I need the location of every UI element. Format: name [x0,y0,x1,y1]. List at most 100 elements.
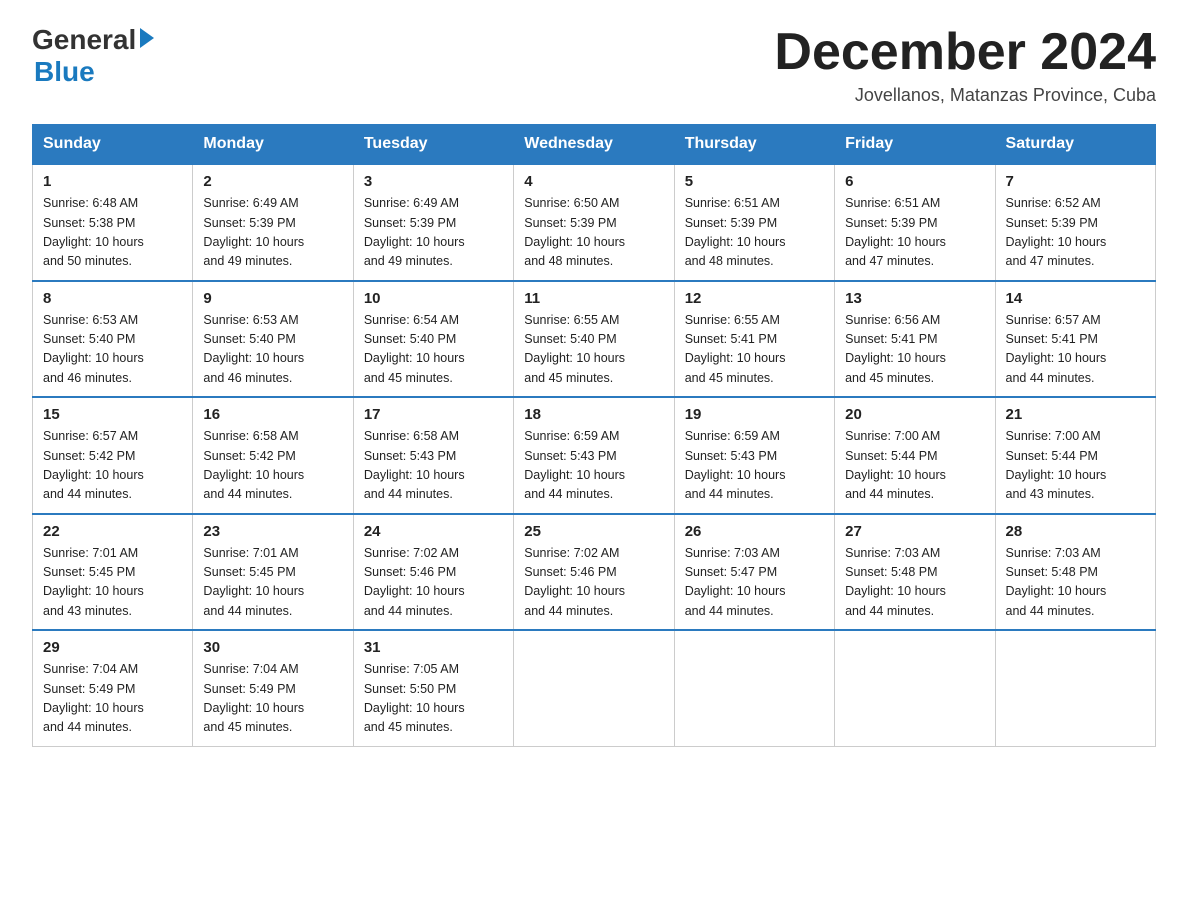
daylight-minutes: and 46 minutes. [43,371,132,385]
sunrise-text: Sunrise: 7:03 AM [845,546,940,560]
day-number: 4 [524,173,663,190]
daylight-minutes: and 48 minutes. [524,254,613,268]
sunrise-text: Sunrise: 6:51 AM [845,196,940,210]
daylight-minutes: and 45 minutes. [845,371,934,385]
sunset-text: Sunset: 5:43 PM [364,449,456,463]
calendar-body: 1Sunrise: 6:48 AMSunset: 5:38 PMDaylight… [33,164,1156,746]
day-info: Sunrise: 6:53 AMSunset: 5:40 PMDaylight:… [203,311,342,389]
daylight-text: Daylight: 10 hours [364,235,465,249]
sunset-text: Sunset: 5:43 PM [524,449,616,463]
sunrise-text: Sunrise: 7:02 AM [364,546,459,560]
day-number: 11 [524,290,663,307]
calendar-cell: 3 Sunrise: 6:49 AMSunset: 5:39 PMDaylight… [353,164,513,281]
sunset-text: Sunset: 5:39 PM [685,216,777,230]
daylight-minutes: and 44 minutes. [43,487,132,501]
calendar-cell [995,630,1155,746]
daylight-text: Daylight: 10 hours [685,584,786,598]
sunrise-text: Sunrise: 7:01 AM [203,546,298,560]
daylight-text: Daylight: 10 hours [845,584,946,598]
calendar-cell: 1Sunrise: 6:48 AMSunset: 5:38 PMDaylight… [33,164,193,281]
daylight-minutes: and 48 minutes. [685,254,774,268]
daylight-minutes: and 49 minutes. [364,254,453,268]
calendar-cell: 23Sunrise: 7:01 AMSunset: 5:45 PMDayligh… [193,514,353,631]
calendar-cell: 12Sunrise: 6:55 AMSunset: 5:41 PMDayligh… [674,281,834,398]
day-info: Sunrise: 6:54 AMSunset: 5:40 PMDaylight:… [364,311,503,389]
daylight-text: Daylight: 10 hours [1006,468,1107,482]
calendar-cell: 14Sunrise: 6:57 AMSunset: 5:41 PMDayligh… [995,281,1155,398]
header-cell-thursday: Thursday [674,125,834,165]
daylight-minutes: and 45 minutes. [524,371,613,385]
header-cell-wednesday: Wednesday [514,125,674,165]
calendar-cell: 26Sunrise: 7:03 AMSunset: 5:47 PMDayligh… [674,514,834,631]
calendar-cell: 27Sunrise: 7:03 AMSunset: 5:48 PMDayligh… [835,514,995,631]
daylight-text: Daylight: 10 hours [43,468,144,482]
daylight-text: Daylight: 10 hours [364,584,465,598]
day-info: Sunrise: 7:02 AMSunset: 5:46 PMDaylight:… [524,544,663,622]
sunset-text: Sunset: 5:47 PM [685,565,777,579]
calendar-cell: 15Sunrise: 6:57 AMSunset: 5:42 PMDayligh… [33,397,193,514]
sunrise-text: Sunrise: 6:53 AM [203,313,298,327]
daylight-minutes: and 47 minutes. [1006,254,1095,268]
sunset-text: Sunset: 5:40 PM [524,332,616,346]
sunset-text: Sunset: 5:49 PM [203,682,295,696]
calendar-week-1: 1Sunrise: 6:48 AMSunset: 5:38 PMDaylight… [33,164,1156,281]
sunset-text: Sunset: 5:45 PM [203,565,295,579]
sunrise-text: Sunrise: 6:58 AM [203,429,298,443]
calendar-cell: 2Sunrise: 6:49 AMSunset: 5:39 PMDaylight… [193,164,353,281]
day-info: Sunrise: 6:56 AMSunset: 5:41 PMDaylight:… [845,311,984,389]
logo-blue-text: Blue [34,56,95,88]
daylight-text: Daylight: 10 hours [43,584,144,598]
day-info: Sunrise: 6:52 AMSunset: 5:39 PMDaylight:… [1006,194,1145,272]
calendar-cell: 9Sunrise: 6:53 AMSunset: 5:40 PMDaylight… [193,281,353,398]
day-number: 3 [364,173,503,190]
logo: General Blue [32,24,154,88]
sunset-text: Sunset: 5:44 PM [845,449,937,463]
calendar-cell: 18Sunrise: 6:59 AMSunset: 5:43 PMDayligh… [514,397,674,514]
sunrise-text: Sunrise: 6:59 AM [524,429,619,443]
day-info: Sunrise: 7:01 AMSunset: 5:45 PMDaylight:… [203,544,342,622]
sunset-text: Sunset: 5:48 PM [1006,565,1098,579]
sunset-text: Sunset: 5:44 PM [1006,449,1098,463]
day-number: 22 [43,523,182,540]
daylight-minutes: and 44 minutes. [1006,371,1095,385]
day-number: 20 [845,406,984,423]
daylight-minutes: and 44 minutes. [845,487,934,501]
day-info: Sunrise: 7:03 AMSunset: 5:48 PMDaylight:… [845,544,984,622]
day-info: Sunrise: 7:04 AMSunset: 5:49 PMDaylight:… [203,660,342,738]
sunset-text: Sunset: 5:41 PM [1006,332,1098,346]
sunrise-text: Sunrise: 7:05 AM [364,662,459,676]
sunrise-text: Sunrise: 6:58 AM [364,429,459,443]
sunrise-text: Sunrise: 6:54 AM [364,313,459,327]
day-info: Sunrise: 6:57 AMSunset: 5:41 PMDaylight:… [1006,311,1145,389]
sunrise-text: Sunrise: 6:49 AM [203,196,298,210]
daylight-minutes: and 43 minutes. [1006,487,1095,501]
daylight-text: Daylight: 10 hours [1006,351,1107,365]
day-info: Sunrise: 6:53 AMSunset: 5:40 PMDaylight:… [43,311,182,389]
day-number: 16 [203,406,342,423]
calendar-title: December 2024 [774,24,1156,81]
daylight-text: Daylight: 10 hours [845,468,946,482]
day-number: 28 [1006,523,1145,540]
day-number: 7 [1006,173,1145,190]
day-info: Sunrise: 6:49 AMSunset: 5:39 PMDaylight:… [364,194,503,272]
day-number: 17 [364,406,503,423]
calendar-cell: 5Sunrise: 6:51 AMSunset: 5:39 PMDaylight… [674,164,834,281]
sunrise-text: Sunrise: 7:02 AM [524,546,619,560]
daylight-text: Daylight: 10 hours [364,468,465,482]
day-info: Sunrise: 6:50 AMSunset: 5:39 PMDaylight:… [524,194,663,272]
day-number: 2 [203,173,342,190]
day-info: Sunrise: 7:05 AMSunset: 5:50 PMDaylight:… [364,660,503,738]
daylight-text: Daylight: 10 hours [1006,584,1107,598]
day-number: 31 [364,639,503,656]
daylight-minutes: and 44 minutes. [685,487,774,501]
daylight-minutes: and 44 minutes. [364,487,453,501]
day-info: Sunrise: 6:51 AMSunset: 5:39 PMDaylight:… [685,194,824,272]
calendar-cell: 31 Sunrise: 7:05 AMSunset: 5:50 PMDayligh… [353,630,513,746]
day-number: 10 [364,290,503,307]
calendar-cell: 19Sunrise: 6:59 AMSunset: 5:43 PMDayligh… [674,397,834,514]
sunset-text: Sunset: 5:39 PM [845,216,937,230]
sunset-text: Sunset: 5:39 PM [524,216,616,230]
daylight-text: Daylight: 10 hours [845,235,946,249]
sunrise-text: Sunrise: 6:52 AM [1006,196,1101,210]
sunset-text: Sunset: 5:38 PM [43,216,135,230]
